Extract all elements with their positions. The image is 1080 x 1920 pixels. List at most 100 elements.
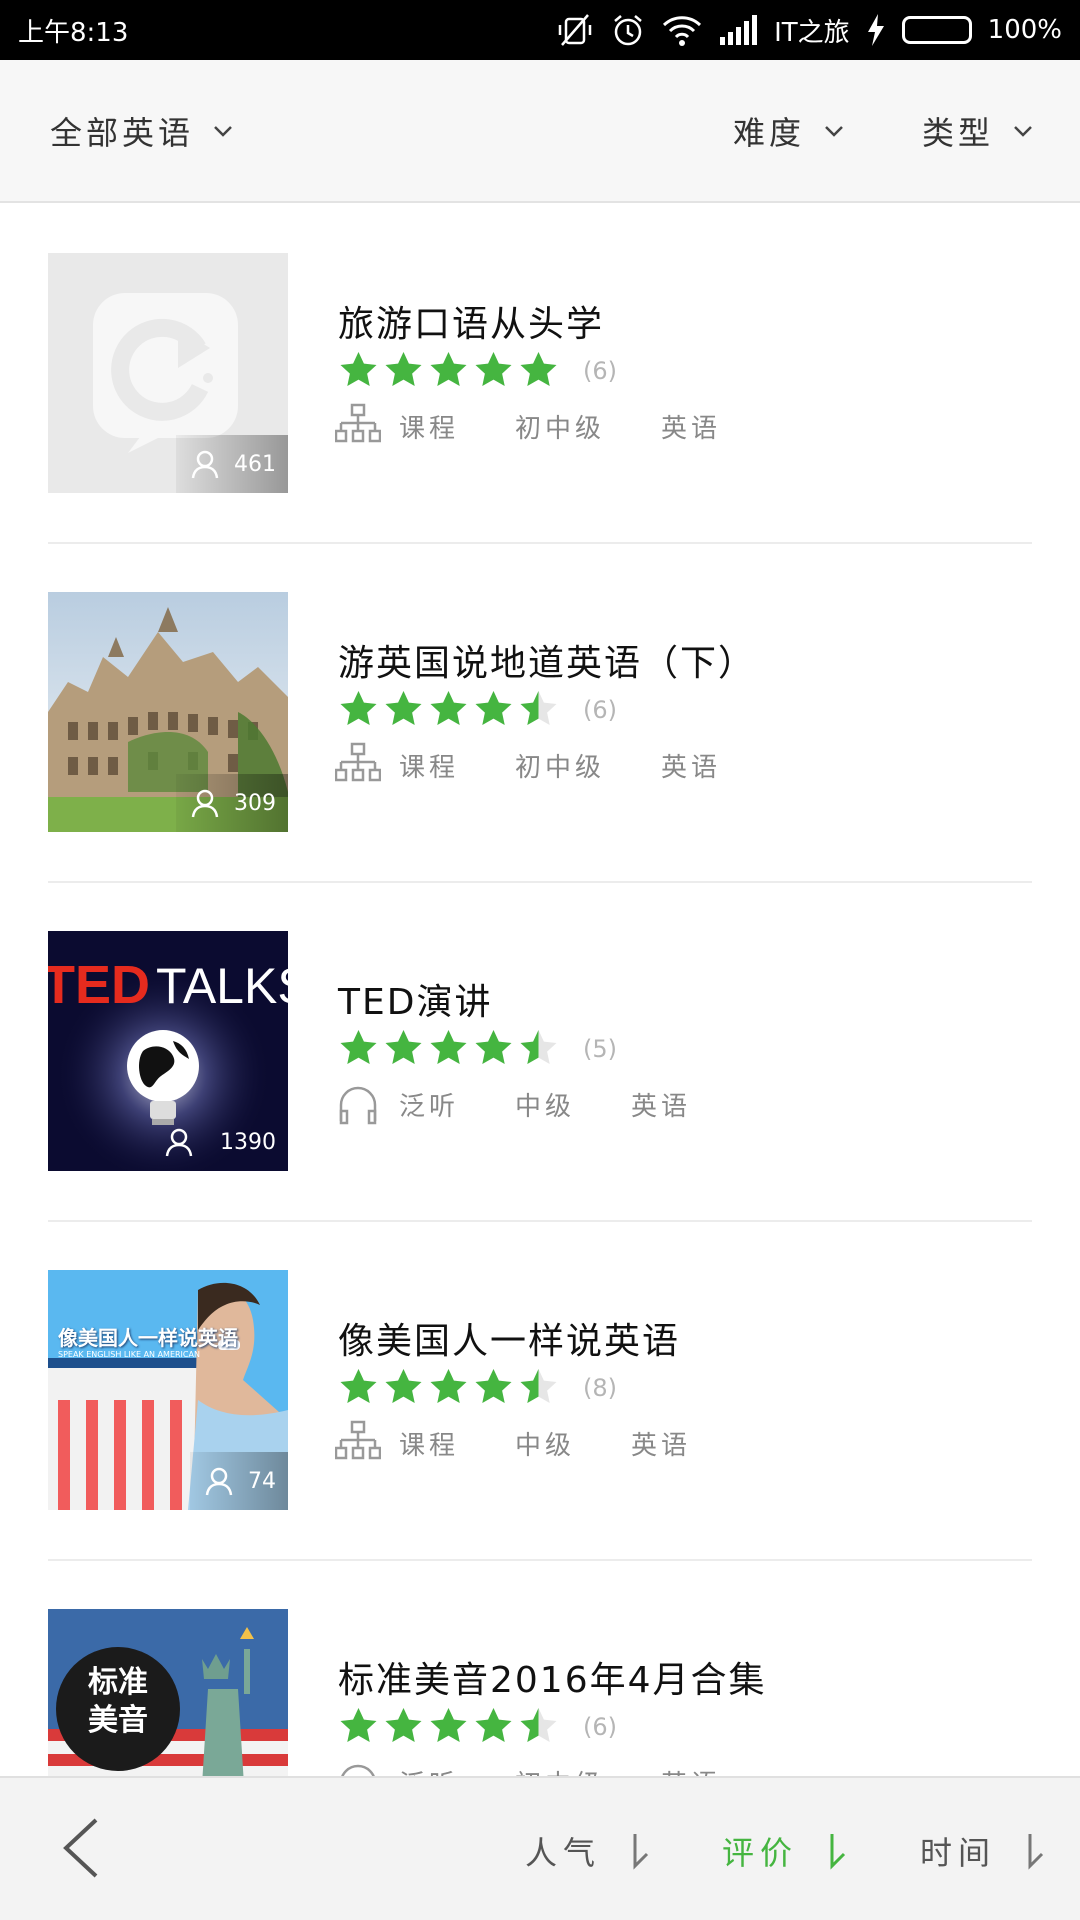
rating-count: (8): [583, 1373, 617, 1402]
back-arrow-icon[interactable]: [58, 1816, 108, 1880]
user-icon: [191, 450, 219, 479]
course-thumbnail: TED TALKS 1390: [48, 931, 288, 1171]
course-language: 英语: [661, 752, 722, 783]
rating-count: (6): [583, 1712, 617, 1741]
star-icon: [520, 1030, 557, 1064]
charging-icon: [866, 10, 886, 50]
star-icon: [475, 1708, 512, 1742]
sort-rating-button[interactable]: 评价: [722, 1828, 848, 1874]
course-structure-icon: [335, 742, 381, 782]
battery-icon: [901, 10, 972, 50]
rating-count: (6): [583, 356, 617, 385]
star-icon: [430, 1708, 467, 1742]
course-type: 课程: [399, 413, 460, 444]
stars: [338, 689, 559, 730]
stars: [338, 350, 559, 391]
filter-difficulty[interactable]: 难度: [733, 108, 845, 154]
course-title: 旅游口语从头学: [338, 304, 605, 345]
signal-icon: [718, 10, 758, 50]
status-time: 上午8:13: [18, 17, 129, 48]
star-icon: [430, 352, 467, 386]
star-icon: [475, 352, 512, 386]
sort-popularity-button[interactable]: 人气: [525, 1828, 651, 1874]
star-rating: (6): [338, 350, 617, 391]
course-level: 中级: [515, 1430, 576, 1461]
course-item[interactable]: 像美国人一样说英语 SPEAK ENGLISH LIKE AN AMERICAN…: [0, 1222, 1080, 1561]
star-icon: [385, 1369, 422, 1403]
star-icon: [340, 352, 377, 386]
star-icon: [430, 1030, 467, 1064]
star-icon: [340, 691, 377, 725]
course-structure-icon: [335, 1420, 381, 1460]
learner-count: 309: [176, 774, 288, 832]
star-icon: [430, 1369, 467, 1403]
course-meta: 课程 初中级 英语: [335, 742, 721, 788]
sort-rating-label: 评价: [722, 1834, 799, 1872]
filter-all-english[interactable]: 全部英语: [50, 108, 234, 154]
filter-type[interactable]: 类型: [922, 108, 1034, 154]
star-rating: (5): [338, 1028, 617, 1069]
star-icon: [430, 691, 467, 725]
star-rating: (6): [338, 689, 617, 730]
course-item[interactable]: 309 游英国说地道英语（下） (6) 课程 初中级 英语: [0, 544, 1080, 883]
learner-count: 1390: [150, 1113, 288, 1171]
learner-count-value: 74: [248, 1468, 276, 1494]
sort-popularity-label: 人气: [525, 1834, 602, 1872]
course-language: 英语: [661, 413, 722, 444]
course-structure-icon: [335, 403, 381, 443]
stars: [338, 1028, 559, 1069]
filter-bar: 全部英语 难度 类型: [0, 60, 1080, 203]
svg-text:TALKS: TALKS: [156, 958, 288, 1014]
course-item[interactable]: 461 旅游口语从头学 (6) 课程 初中级 英语: [0, 205, 1080, 544]
course-item[interactable]: TED TALKS 1390 TED演讲 (5): [0, 883, 1080, 1222]
course-language: 英语: [631, 1091, 692, 1122]
course-list: 461 旅游口语从头学 (6) 课程 初中级 英语 309 游英国说地道英语（下…: [0, 205, 1080, 1900]
sort-time-button[interactable]: 时间: [920, 1828, 1046, 1874]
screen: 上午8:13 IT之旅 100% 全部英语 难度 类型 461 旅游口语从头学 …: [0, 0, 1080, 1920]
course-meta: 课程 初中级 英语: [335, 403, 721, 449]
filter-type-label: 类型: [922, 113, 995, 152]
course-title: 像美国人一样说英语: [338, 1321, 681, 1362]
learner-count-value: 309: [234, 790, 276, 816]
sort-down-arrow-icon: [633, 1834, 649, 1870]
course-meta: 课程 中级 英语: [335, 1420, 691, 1466]
cover-title: 像美国人一样说英语: [58, 1326, 238, 1350]
headphones-icon: [339, 1086, 377, 1125]
sort-down-arrow-icon: [1028, 1834, 1044, 1870]
sort-down-arrow-icon: [830, 1834, 846, 1870]
course-thumbnail: 309: [48, 592, 288, 832]
course-meta: 泛听 中级 英语: [335, 1081, 691, 1127]
star-icon: [475, 1369, 512, 1403]
chevron-down-icon: [825, 125, 843, 137]
star-icon: [340, 1708, 377, 1742]
star-icon: [385, 1030, 422, 1064]
learner-count: 461: [176, 435, 288, 493]
cover-subtitle: SPEAK ENGLISH LIKE AN AMERICAN: [58, 1350, 200, 1359]
course-level: 中级: [515, 1091, 576, 1122]
star-icon: [475, 1030, 512, 1064]
star-icon: [385, 352, 422, 386]
star-icon: [520, 1369, 557, 1403]
star-icon: [520, 1708, 557, 1742]
wifi-icon: [662, 10, 702, 50]
rating-count: (5): [583, 1034, 617, 1063]
course-type: 课程: [399, 1430, 460, 1461]
user-icon: [205, 1467, 233, 1496]
star-icon: [340, 1369, 377, 1403]
star-icon: [385, 691, 422, 725]
user-icon: [191, 789, 219, 818]
course-title: TED演讲: [338, 982, 493, 1023]
status-bar: 上午8:13 IT之旅 100%: [0, 0, 1080, 60]
course-title: 标准美音2016年4月合集: [338, 1660, 767, 1701]
star-icon: [385, 1708, 422, 1742]
course-level: 初中级: [515, 413, 606, 444]
sort-time-label: 时间: [920, 1834, 997, 1872]
star-rating: (8): [338, 1367, 617, 1408]
star-icon: [340, 1030, 377, 1064]
user-icon: [165, 1128, 193, 1157]
svg-text:TED: TED: [48, 955, 150, 1015]
sort-bar: 人气 评价 时间: [0, 1776, 1080, 1920]
star-rating: (6): [338, 1706, 617, 1747]
course-type: 课程: [399, 752, 460, 783]
carrier-name: IT之旅: [774, 17, 850, 48]
